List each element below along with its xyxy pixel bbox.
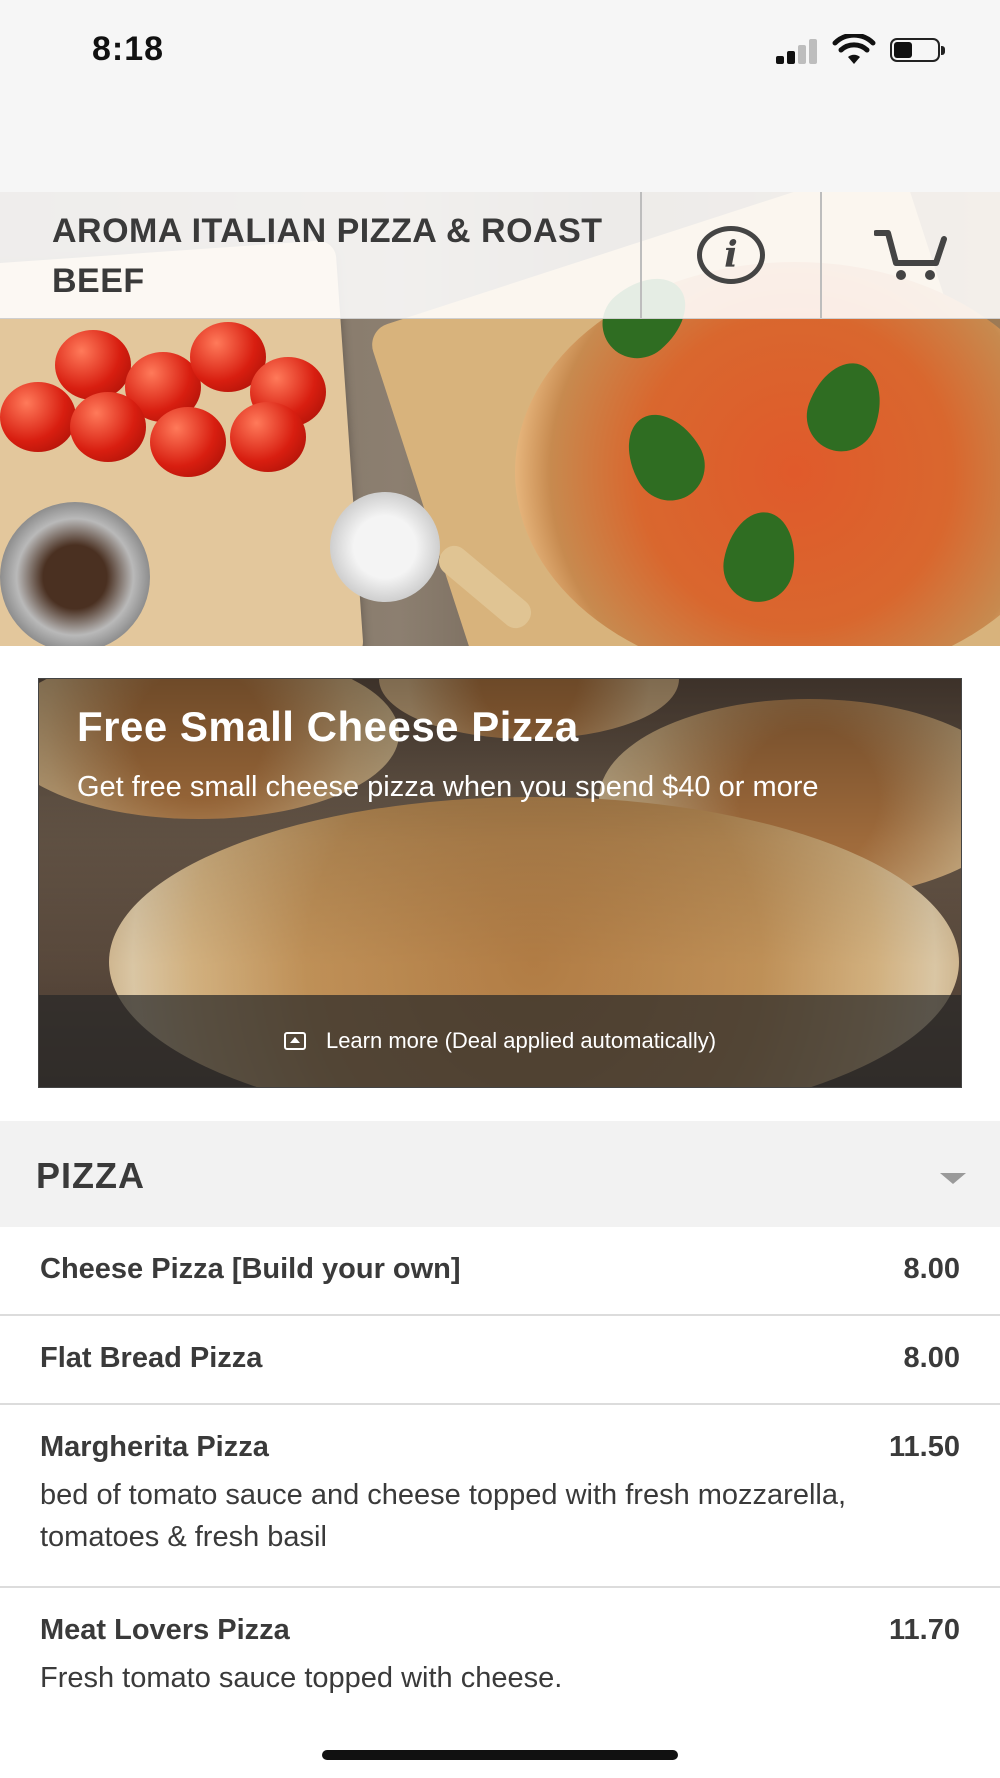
- menu-item[interactable]: Flat Bread Pizza 8.00: [0, 1316, 1000, 1405]
- promo-learn-more[interactable]: Learn more (Deal applied automatically): [39, 995, 961, 1087]
- menu-item-description: Fresh tomato sauce topped with cheese.: [40, 1662, 563, 1694]
- menu-item-description: bed of tomato sauce and cheese topped wi…: [40, 1479, 847, 1553]
- caret-down-icon: [940, 1173, 966, 1184]
- menu-item[interactable]: Meat Lovers Pizza 11.70 Fresh tomato sau…: [0, 1588, 1000, 1707]
- menu-item-price: 11.70: [889, 1614, 960, 1646]
- menu-item-name: Margherita Pizza: [40, 1431, 269, 1463]
- menu-item-price: 8.00: [903, 1253, 960, 1285]
- info-icon: i: [697, 226, 765, 284]
- signal-icon: [776, 38, 820, 64]
- home-indicator[interactable]: [322, 1750, 678, 1760]
- menu-item[interactable]: Cheese Pizza [Build your own] 8.00: [0, 1227, 1000, 1316]
- menu-item-price: 11.50: [889, 1431, 960, 1463]
- battery-icon: [890, 38, 946, 66]
- wifi-icon: [832, 34, 876, 64]
- expand-up-icon: [283, 1032, 306, 1050]
- menu-item-name: Cheese Pizza [Build your own]: [40, 1253, 461, 1285]
- menu-item-price: 8.00: [903, 1342, 960, 1374]
- menu-item[interactable]: Margherita Pizza 11.50 bed of tomato sau…: [0, 1405, 1000, 1588]
- promo-footer-text: Learn more (Deal applied automatically): [325, 1028, 717, 1053]
- menu-item-name: Flat Bread Pizza: [40, 1342, 263, 1374]
- status-time: 8:18: [92, 30, 165, 68]
- restaurant-title: AROMA ITALIAN PIZZA & ROAST BEEF: [52, 212, 603, 300]
- cart-icon: [874, 230, 947, 280]
- restaurant-header: AROMA ITALIAN PIZZA & ROAST BEEF i: [0, 192, 1000, 319]
- menu-list: Cheese Pizza [Build your own] 8.00 Flat …: [0, 1227, 1000, 1707]
- cart-button[interactable]: [822, 192, 1000, 318]
- menu-item-name: Meat Lovers Pizza: [40, 1614, 290, 1646]
- section-header-pizza[interactable]: PIZZA: [0, 1121, 1000, 1227]
- promo-title: Free Small Cheese Pizza: [77, 703, 579, 750]
- status-bar: 8:18: [0, 0, 1000, 193]
- info-button[interactable]: i: [642, 192, 820, 318]
- promo-description: Get free small cheese pizza when you spe…: [77, 771, 819, 803]
- promo-card[interactable]: Free Small Cheese Pizza Get free small c…: [38, 678, 962, 1088]
- section-title: PIZZA: [36, 1155, 145, 1196]
